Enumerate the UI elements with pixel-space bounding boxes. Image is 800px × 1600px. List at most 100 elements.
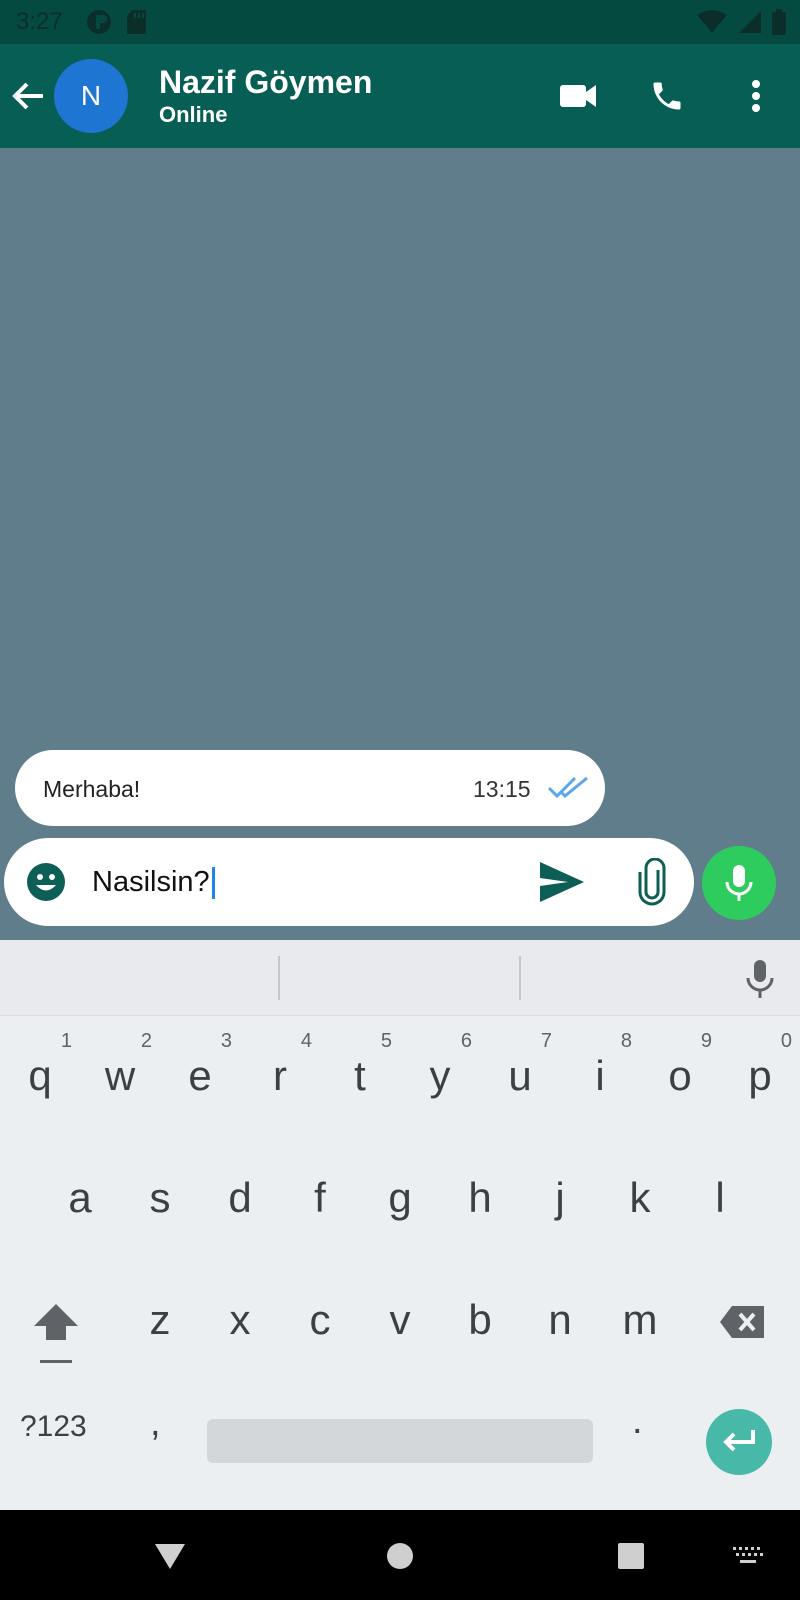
key-letter: d bbox=[228, 1174, 252, 1221]
key-hint: 3 bbox=[220, 1030, 232, 1052]
symbols-key[interactable]: ?123 bbox=[20, 1410, 87, 1444]
key-letter: j bbox=[555, 1174, 565, 1221]
key-letter: s bbox=[149, 1174, 171, 1221]
status-time: 3:27 bbox=[16, 8, 63, 35]
key-q[interactable]: 1q bbox=[0, 1016, 80, 1126]
key-b[interactable]: b bbox=[440, 1260, 520, 1370]
contact-status: Online bbox=[159, 102, 228, 127]
nav-back-button[interactable] bbox=[150, 1536, 190, 1576]
key-letter: p bbox=[748, 1052, 772, 1099]
more-options-button[interactable] bbox=[732, 72, 780, 120]
message-input[interactable] bbox=[92, 862, 492, 902]
key-letter: o bbox=[668, 1052, 692, 1099]
key-m[interactable]: m bbox=[600, 1260, 680, 1370]
key-w[interactable]: 2w bbox=[80, 1016, 160, 1126]
key-letter: z bbox=[149, 1296, 171, 1343]
key-i[interactable]: 8i bbox=[560, 1016, 640, 1126]
key-letter: l bbox=[715, 1174, 725, 1221]
contact-name[interactable]: Nazif Göymen bbox=[159, 64, 372, 101]
sd-card-icon bbox=[127, 10, 146, 34]
key-c[interactable]: c bbox=[280, 1260, 360, 1370]
key-hint: 7 bbox=[540, 1030, 552, 1052]
key-letter: t bbox=[354, 1052, 366, 1099]
back-button[interactable] bbox=[6, 74, 50, 118]
avatar[interactable]: N bbox=[54, 59, 128, 133]
key-letter: m bbox=[622, 1296, 658, 1343]
key-letter: c bbox=[309, 1296, 331, 1343]
key-r[interactable]: 4r bbox=[240, 1016, 320, 1126]
key-n[interactable]: n bbox=[520, 1260, 600, 1370]
space-key[interactable] bbox=[207, 1419, 593, 1463]
key-letter: v bbox=[389, 1296, 411, 1343]
key-t[interactable]: 5t bbox=[320, 1016, 400, 1126]
video-call-icon bbox=[560, 85, 596, 107]
status-bar: 3:27 bbox=[0, 0, 800, 44]
key-v[interactable]: v bbox=[360, 1260, 440, 1370]
key-u[interactable]: 7u bbox=[480, 1016, 560, 1126]
video-call-button[interactable] bbox=[554, 72, 602, 120]
key-y[interactable]: 6y bbox=[400, 1016, 480, 1126]
key-s[interactable]: s bbox=[120, 1138, 200, 1248]
suggestion-divider bbox=[278, 956, 280, 1000]
enter-icon bbox=[723, 1430, 755, 1452]
nav-recents-button[interactable] bbox=[611, 1536, 651, 1576]
key-x[interactable]: x bbox=[200, 1260, 280, 1370]
key-j[interactable]: j bbox=[520, 1138, 600, 1248]
message-time: 13:15 bbox=[473, 776, 531, 802]
key-e[interactable]: 3e bbox=[160, 1016, 240, 1126]
key-p[interactable]: 0p bbox=[720, 1016, 800, 1126]
key-k[interactable]: k bbox=[600, 1138, 680, 1248]
key-letter: f bbox=[314, 1174, 326, 1221]
key-f[interactable]: f bbox=[280, 1138, 360, 1248]
key-letter: k bbox=[629, 1174, 651, 1221]
notification-icon bbox=[87, 10, 111, 34]
comma-key[interactable]: , bbox=[150, 1402, 161, 1445]
nav-home-button[interactable] bbox=[380, 1536, 420, 1576]
key-g[interactable]: g bbox=[360, 1138, 440, 1248]
message-bubble[interactable]: Merhaba! 13:15 bbox=[15, 750, 605, 826]
key-hint: 5 bbox=[380, 1030, 392, 1052]
back-arrow-icon bbox=[12, 82, 43, 110]
key-o[interactable]: 9o bbox=[640, 1016, 720, 1126]
emoji-icon[interactable] bbox=[26, 862, 66, 902]
send-icon[interactable] bbox=[538, 860, 586, 904]
signal-icon bbox=[739, 11, 761, 33]
period-key[interactable]: . bbox=[632, 1400, 643, 1443]
navigation-bar bbox=[0, 1510, 800, 1600]
key-letter: u bbox=[508, 1052, 532, 1099]
nav-keyboard-switch-button[interactable] bbox=[728, 1536, 768, 1576]
key-letter: i bbox=[595, 1052, 605, 1099]
key-letter: w bbox=[104, 1052, 136, 1099]
suggestion-strip bbox=[0, 940, 800, 1016]
battery-icon bbox=[772, 9, 786, 35]
key-hint: 0 bbox=[780, 1030, 792, 1052]
key-letter: g bbox=[388, 1174, 412, 1221]
key-l[interactable]: l bbox=[680, 1138, 760, 1248]
voice-call-button[interactable] bbox=[643, 72, 691, 120]
key-h[interactable]: h bbox=[440, 1138, 520, 1248]
shift-icon[interactable] bbox=[30, 1300, 82, 1370]
key-letter: e bbox=[188, 1052, 212, 1099]
backspace-icon[interactable] bbox=[718, 1302, 768, 1342]
key-letter: x bbox=[229, 1296, 251, 1343]
avatar-letter: N bbox=[80, 80, 102, 111]
more-vert-icon bbox=[752, 80, 760, 112]
chat-area[interactable]: Merhaba! 13:15 bbox=[0, 148, 800, 940]
composer bbox=[4, 838, 694, 926]
key-z[interactable]: z bbox=[120, 1260, 200, 1370]
phone-icon bbox=[653, 82, 681, 110]
key-letter: r bbox=[273, 1052, 287, 1099]
enter-key[interactable] bbox=[706, 1409, 772, 1475]
key-letter: y bbox=[429, 1052, 451, 1099]
back-triangle-icon bbox=[155, 1544, 185, 1569]
attach-icon[interactable] bbox=[632, 858, 672, 906]
keyboard-mic-icon[interactable] bbox=[744, 958, 776, 1000]
home-circle-icon bbox=[387, 1543, 413, 1569]
key-letter: a bbox=[68, 1174, 92, 1221]
mic-button[interactable] bbox=[702, 846, 776, 920]
key-hint: 8 bbox=[620, 1030, 632, 1052]
key-letter: n bbox=[548, 1296, 572, 1343]
key-d[interactable]: d bbox=[200, 1138, 280, 1248]
key-hint: 6 bbox=[460, 1030, 472, 1052]
key-a[interactable]: a bbox=[40, 1138, 120, 1248]
